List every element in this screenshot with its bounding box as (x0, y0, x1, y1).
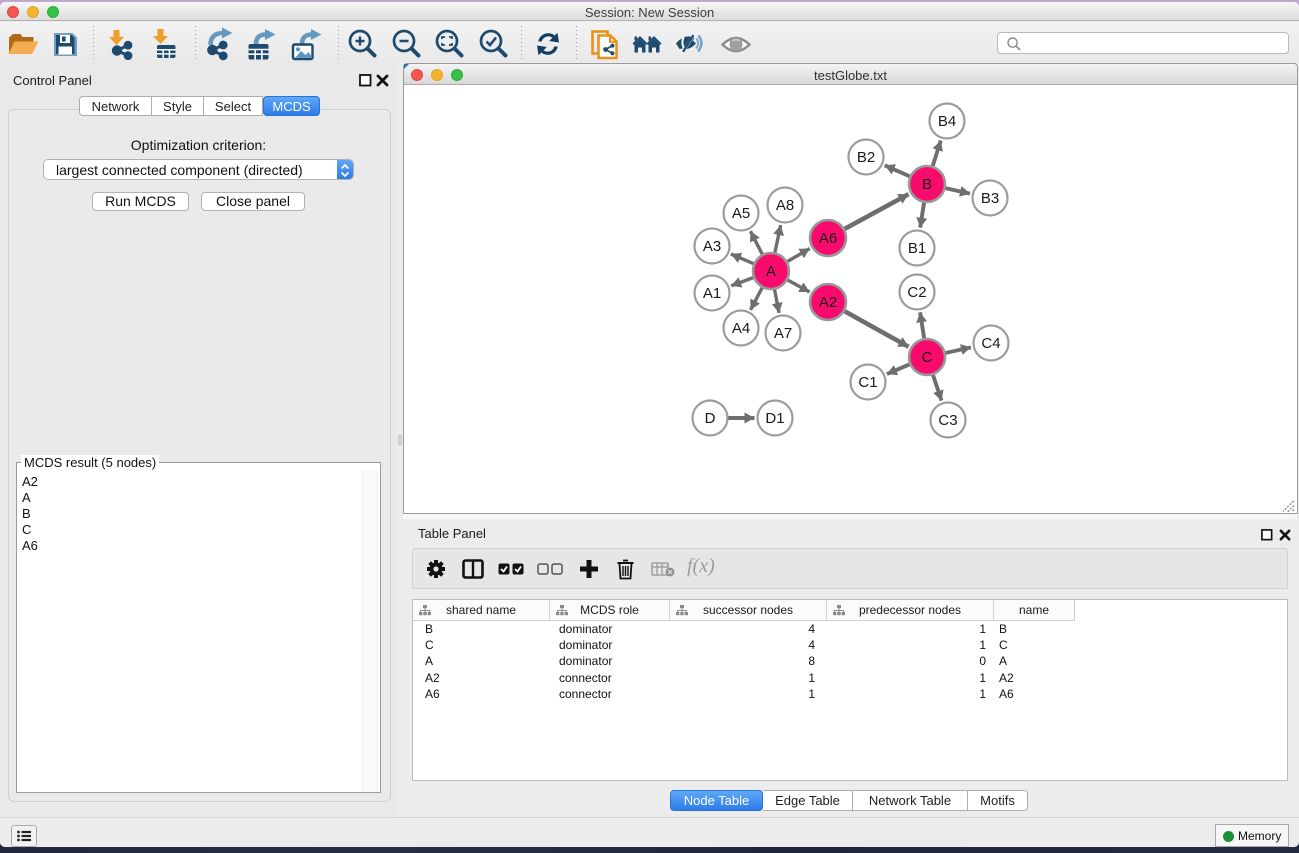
svg-text:A: A (766, 263, 776, 280)
svg-text:A5: A5 (732, 205, 750, 222)
svg-text:A1: A1 (703, 285, 721, 302)
svg-text:B: B (922, 176, 932, 193)
svg-text:A4: A4 (732, 320, 750, 337)
svg-text:C1: C1 (858, 374, 877, 391)
svg-text:A8: A8 (776, 197, 794, 214)
svg-text:C3: C3 (938, 412, 957, 429)
svg-text:A6: A6 (819, 230, 837, 247)
svg-text:D1: D1 (765, 410, 784, 427)
svg-text:B2: B2 (857, 149, 875, 166)
svg-text:B3: B3 (981, 190, 999, 207)
svg-text:A2: A2 (819, 294, 837, 311)
svg-text:C: C (922, 349, 933, 366)
svg-text:A3: A3 (703, 238, 721, 255)
svg-text:A7: A7 (774, 325, 792, 342)
svg-text:C4: C4 (981, 335, 1000, 352)
svg-text:B4: B4 (938, 113, 956, 130)
svg-text:C2: C2 (907, 284, 926, 301)
svg-text:B1: B1 (908, 240, 926, 257)
svg-text:D: D (705, 410, 716, 427)
